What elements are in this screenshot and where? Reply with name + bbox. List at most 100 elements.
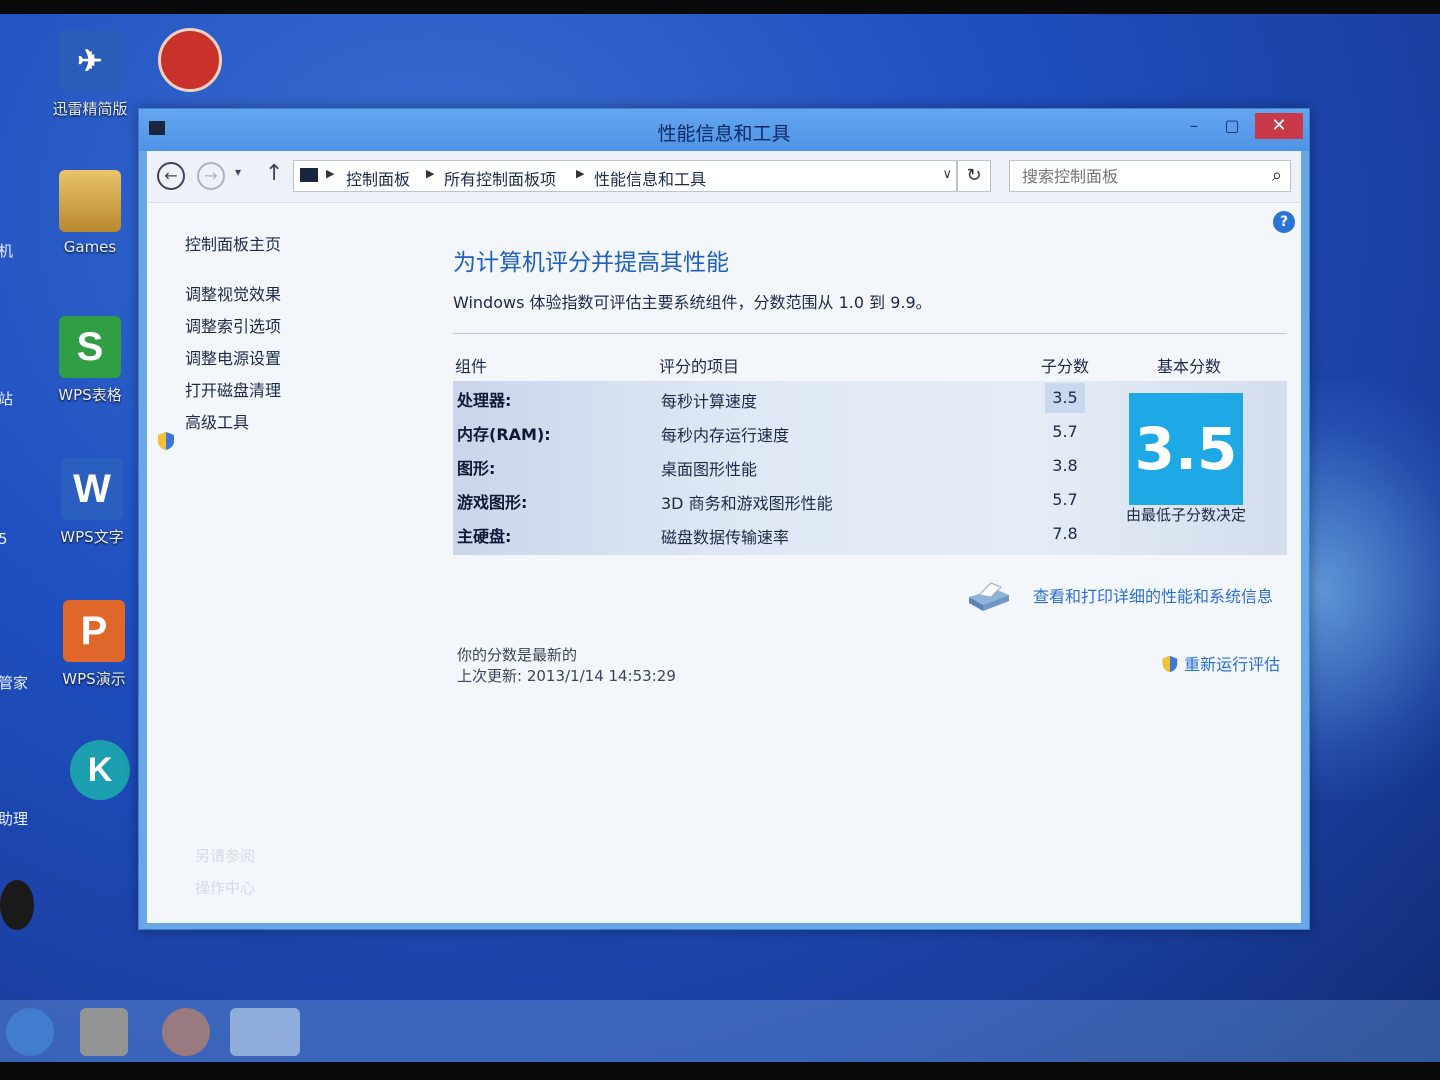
rated-item: 每秒内存运行速度 [661, 426, 790, 445]
subscore-value: 3.8 [1052, 456, 1078, 475]
navigation-bar: ← → ▾ ↑ ▶ 控制面板 ▶ 所有控制面板项 ▶ 性能信息和工具 ∨ ↻ 搜… [147, 151, 1301, 203]
desktop-icon-wps-writer[interactable]: W WPS文字 [42, 458, 142, 547]
desktop-icon-label: Games [63, 238, 117, 256]
adjust-visual-effects-link[interactable]: 调整视觉效果 [185, 281, 281, 305]
printer-icon [969, 582, 1009, 611]
edge-label: 助理 [0, 810, 29, 828]
table-row: 内存(RAM): 每秒内存运行速度 5.7 [453, 415, 1093, 449]
component-label: 游戏图形: [457, 493, 528, 512]
forward-arrow-icon[interactable]: → [197, 162, 225, 190]
component-label: 图形: [457, 459, 496, 478]
desktop-icon-xunlei[interactable]: ✈ 迅雷精简版 [40, 30, 140, 119]
title-bar[interactable]: 性能信息和工具 – ▢ ✕ [139, 109, 1309, 151]
adjust-indexing-options-link[interactable]: 调整索引选项 [185, 313, 281, 337]
rated-item: 每秒计算速度 [661, 392, 758, 411]
see-also-heading: 另请参阅 [195, 847, 256, 865]
chevron-down-icon[interactable]: ∨ [942, 167, 952, 182]
wps-presentation-icon: P [63, 600, 125, 662]
breadcrumb-all-items[interactable]: 所有控制面板项 [444, 166, 556, 190]
edge-label: 管家 [0, 674, 29, 692]
status-text: 你的分数是最新的 上次更新: 2013/1/14 14:53:29 [457, 645, 676, 687]
performance-window: 性能信息和工具 – ▢ ✕ ← → ▾ ↑ ▶ 控制面板 ▶ 所有控制面板项 ▶… [138, 108, 1310, 930]
component-label: 处理器: [457, 391, 512, 410]
desktop-icon-wps-sheets[interactable]: S WPS表格 [40, 316, 140, 405]
breadcrumb-separator-icon: ▶ [326, 167, 335, 180]
rerun-assessment-label: 重新运行评估 [1184, 655, 1281, 674]
base-score-note: 由最低子分数决定 [1125, 506, 1246, 524]
component-label: 主硬盘: [457, 527, 512, 546]
advanced-tools-link[interactable]: 高级工具 [185, 409, 249, 433]
breadcrumb-control-panel[interactable]: 控制面板 [346, 166, 410, 190]
maximize-button[interactable]: ▢ [1215, 113, 1249, 139]
desktop-icon-label: 迅雷精简版 [52, 100, 128, 118]
edge-label: 机 [0, 242, 14, 260]
ie-icon[interactable] [6, 1008, 54, 1056]
desktop-icon-wps-presentation[interactable]: P WPS演示 [44, 600, 144, 689]
rated-item: 磁盘数据传输速率 [661, 528, 790, 547]
component-label: 内存(RAM): [457, 425, 551, 444]
table-body: 处理器: 每秒计算速度 3.5 内存(RAM): 每秒内存运行速度 5.7 图形… [453, 381, 1287, 555]
monitor-bezel-bottom [0, 1062, 1440, 1080]
adjust-power-settings-link[interactable]: 调整电源设置 [185, 345, 281, 369]
open-disk-cleanup-link[interactable]: 打开磁盘清理 [185, 377, 281, 401]
minimize-button[interactable]: – [1177, 113, 1211, 139]
desktop-background: ✈ 迅雷精简版 Games S WPS表格 W WPS文字 P WPS演示 K … [0, 0, 1440, 1080]
search-input[interactable] [1010, 161, 1260, 191]
desktop-icon-label: WPS文字 [60, 528, 124, 546]
xunlei-icon: ✈ [59, 30, 121, 92]
help-icon[interactable]: ? [1273, 211, 1295, 233]
desktop-icon-label: WPS表格 [58, 386, 122, 404]
rerun-assessment-link[interactable]: 重新运行评估 [1161, 651, 1280, 675]
control-panel-taskbar-icon[interactable] [230, 1008, 300, 1056]
breadcrumb-performance[interactable]: 性能信息和工具 [594, 166, 706, 190]
subscore-value: 3.5 [1045, 383, 1085, 413]
window-client-area: ← → ▾ ↑ ▶ 控制面板 ▶ 所有控制面板项 ▶ 性能信息和工具 ∨ ↻ 搜… [147, 151, 1301, 923]
rated-item: 桌面图形性能 [661, 460, 758, 479]
desktop-icon-label: WPS演示 [62, 670, 126, 688]
shield-icon [1162, 655, 1178, 673]
subscore-value: 7.8 [1052, 524, 1078, 543]
browser-taskbar-icon[interactable] [162, 1008, 210, 1056]
view-print-details-link[interactable]: 查看和打印详细的性能和系统信息 [1033, 583, 1273, 607]
control-panel-home-link[interactable]: 控制面板主页 [185, 231, 281, 255]
subscore-value: 5.7 [1052, 422, 1078, 441]
up-arrow-icon[interactable]: ↑ [265, 161, 283, 186]
address-bar[interactable]: ▶ 控制面板 ▶ 所有控制面板项 ▶ 性能信息和工具 ∨ [293, 160, 957, 192]
divider [453, 333, 1287, 334]
recent-locations-icon[interactable]: ▾ [235, 165, 241, 179]
breadcrumb-separator-icon: ▶ [576, 167, 585, 180]
page-title: 为计算机评分并提高其性能 [453, 250, 729, 276]
desktop-icon-games[interactable]: Games [40, 170, 140, 256]
qq-icon[interactable] [0, 880, 34, 930]
refresh-icon[interactable]: ↻ [957, 160, 991, 192]
header-rated-item: 评分的项目 [659, 357, 740, 376]
edge-label: 5 [0, 530, 8, 548]
page-description: Windows 体验指数可评估主要系统组件，分数范围从 1.0 到 9.9。 [453, 293, 932, 312]
search-icon[interactable]: ⌕ [1272, 165, 1282, 186]
action-center-link[interactable]: 操作中心 [195, 877, 255, 898]
wps-sheets-icon: S [59, 316, 121, 378]
search-box[interactable]: ⌕ [1009, 160, 1291, 192]
back-arrow-icon[interactable]: ← [157, 162, 185, 190]
table-row: 游戏图形: 3D 商务和游戏图形性能 5.7 [453, 483, 1093, 517]
last-update-label: 上次更新: 2013/1/14 14:53:29 [457, 667, 676, 685]
window-title: 性能信息和工具 [657, 123, 791, 145]
subscore-value: 5.7 [1052, 490, 1078, 509]
games-folder-icon [59, 170, 121, 232]
base-score-tile: 3.5 [1129, 393, 1243, 505]
shield-icon [158, 432, 174, 450]
header-base-score: 基本分数 [1157, 357, 1222, 376]
table-row: 处理器: 每秒计算速度 3.5 [453, 381, 1093, 415]
monitor-bezel-top [0, 0, 1440, 14]
table-row: 主硬盘: 磁盘数据传输速率 7.8 [453, 517, 1093, 551]
header-subscore: 子分数 [1041, 357, 1090, 376]
close-button[interactable]: ✕ [1255, 113, 1303, 139]
wps-writer-icon: W [61, 458, 123, 520]
browser-app-icon[interactable] [158, 28, 222, 92]
explorer-icon[interactable] [80, 1008, 128, 1056]
taskbar [0, 1000, 1440, 1062]
header-component: 组件 [455, 357, 488, 376]
control-panel-icon [300, 168, 318, 182]
breadcrumb-separator-icon: ▶ [426, 167, 435, 180]
k-app-icon[interactable]: K [70, 740, 130, 800]
